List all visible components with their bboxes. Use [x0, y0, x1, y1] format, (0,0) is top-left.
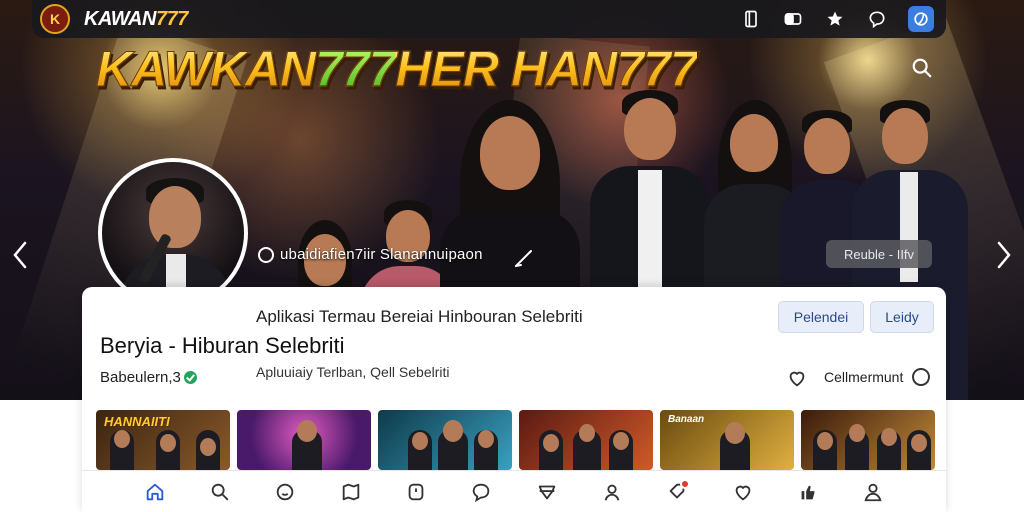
- search-icon[interactable]: [908, 54, 936, 82]
- message-icon[interactable]: [468, 479, 494, 505]
- bookmark-flag-icon[interactable]: [338, 479, 364, 505]
- thumbnail-item[interactable]: [237, 410, 371, 470]
- app-logo[interactable]: K: [40, 4, 70, 34]
- notification-badge: [680, 478, 691, 489]
- star-badge-icon[interactable]: [824, 8, 846, 30]
- instagram-icon: [258, 246, 274, 263]
- thumbnail-item[interactable]: [801, 410, 935, 470]
- hero-headline: KAWKAN777HER HAN777: [96, 41, 699, 98]
- primary-action-button[interactable]: Pelendei: [778, 301, 864, 333]
- smile-chat-icon[interactable]: [272, 479, 298, 505]
- thumbnail-item[interactable]: Banaan: [660, 410, 794, 470]
- profile-tagline: Aplikasi Termau Bereiai Hinbouran Selebr…: [256, 307, 583, 326]
- circle-option-button[interactable]: [912, 368, 930, 386]
- verified-badge-icon: [183, 371, 197, 384]
- card-icon[interactable]: [782, 8, 804, 30]
- edit-pencil-icon[interactable]: [512, 246, 538, 270]
- profile-title: Beryia - Hiburan Selebriti: [100, 333, 345, 358]
- hero-pill-button[interactable]: Reuble - IIfv: [826, 240, 932, 268]
- profile-icon[interactable]: [860, 479, 886, 505]
- thumbnail-item[interactable]: HANNAIITI: [96, 410, 230, 470]
- chat-bubble-icon[interactable]: [866, 8, 888, 30]
- thumbnail-item[interactable]: [378, 410, 512, 470]
- profile-handle[interactable]: Babeulern,3: [100, 369, 197, 386]
- tablet-icon[interactable]: [740, 8, 762, 30]
- hero-caption: ubaidiafien7iir Slanannuipaon: [258, 246, 483, 263]
- heart-icon[interactable]: [730, 479, 756, 505]
- like-heart-icon[interactable]: [786, 367, 808, 389]
- comment-label[interactable]: Cellmermunt: [824, 369, 903, 385]
- home-icon[interactable]: [142, 479, 168, 505]
- search-icon[interactable]: [207, 479, 233, 505]
- shield-icon[interactable]: [403, 479, 429, 505]
- tag-icon[interactable]: [534, 479, 560, 505]
- thumbnail-item[interactable]: [519, 410, 653, 470]
- carousel-prev-button[interactable]: [8, 238, 32, 272]
- secondary-action-button[interactable]: Leidy: [870, 301, 934, 333]
- thumbnail-strip: HANNAIITI Banaan: [96, 410, 936, 470]
- bottom-navigation: [82, 470, 946, 512]
- globe-app-icon[interactable]: [908, 6, 934, 32]
- user-pin-icon[interactable]: [599, 479, 625, 505]
- carousel-next-button[interactable]: [992, 238, 1016, 272]
- thumb-up-icon[interactable]: [795, 479, 821, 505]
- profile-subtitle: Apluuiaiy Terlban, Qell Sebelriti: [256, 364, 450, 380]
- notification-icon[interactable]: [664, 478, 691, 505]
- top-app-bar: K KAWAN777: [32, 0, 946, 38]
- brand-name: KAWAN777: [84, 7, 188, 30]
- profile-avatar[interactable]: [98, 158, 248, 308]
